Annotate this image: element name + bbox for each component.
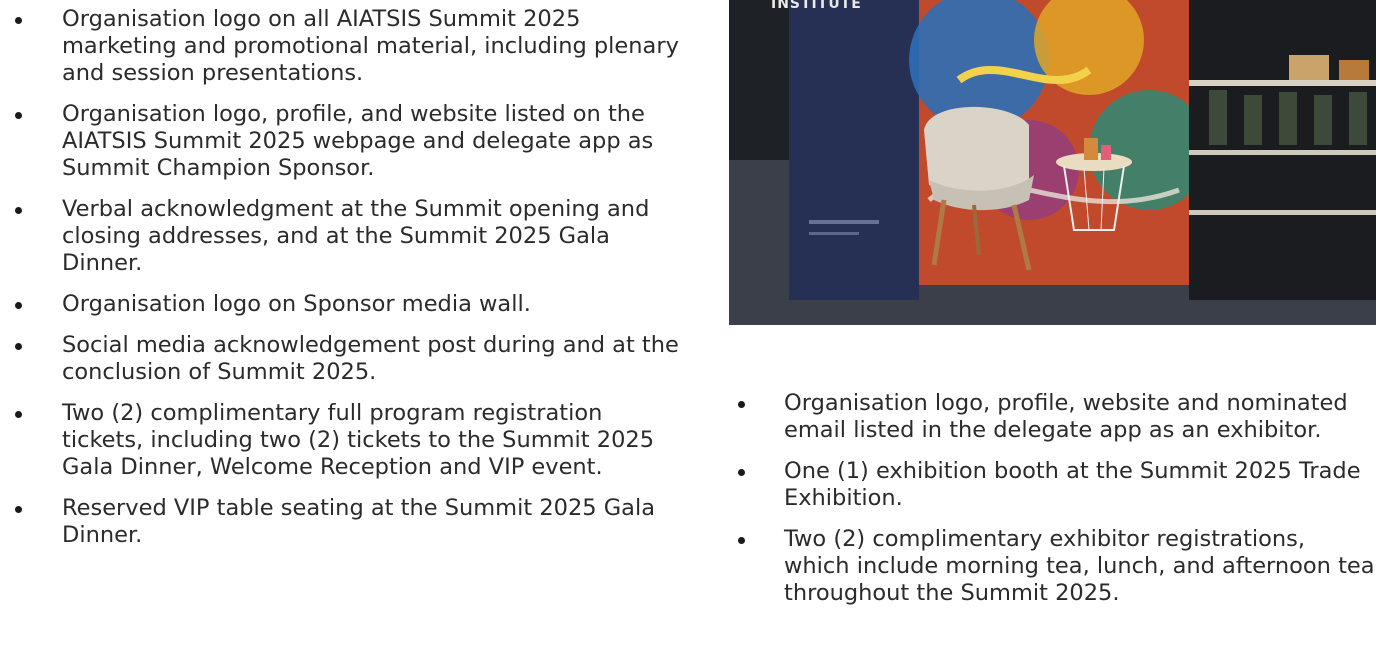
list-item-text: Social media acknowledgement post during… xyxy=(62,332,679,385)
list-item-text: Organisation logo, profile, website and … xyxy=(784,390,1348,443)
list-item-text: Organisation logo on all AIATSIS Summit … xyxy=(62,6,679,86)
bullet-icon xyxy=(15,506,22,513)
list-item: Social media acknowledgement post during… xyxy=(0,332,680,386)
list-item: Two (2) complimentary exhibitor registra… xyxy=(727,526,1376,607)
list-item-text: Two (2) complimentary exhibitor registra… xyxy=(784,526,1375,606)
bullet-icon xyxy=(738,401,745,408)
exhibitor-benefits-list: Organisation logo, profile, website and … xyxy=(727,390,1376,621)
exhibition-booth-photo: INSTITUTE xyxy=(729,0,1376,325)
bullet-icon xyxy=(15,343,22,350)
list-item-text: One (1) exhibition booth at the Summit 2… xyxy=(784,458,1361,511)
bullet-icon xyxy=(15,207,22,214)
bullet-icon xyxy=(738,537,745,544)
banner-text: INSTITUTE xyxy=(771,0,862,12)
list-item-text: Reserved VIP table seating at the Summit… xyxy=(62,495,655,548)
booth-illustration xyxy=(729,0,1376,325)
list-item-text: Two (2) complimentary full program regis… xyxy=(62,400,655,480)
bullet-icon xyxy=(15,411,22,418)
list-item-text: Verbal acknowledgment at the Summit open… xyxy=(62,196,650,276)
bullet-icon xyxy=(15,302,22,309)
list-item: Two (2) complimentary full program regis… xyxy=(0,400,680,481)
list-item: Verbal acknowledgment at the Summit open… xyxy=(0,196,680,277)
list-item: Organisation logo, profile, website and … xyxy=(727,390,1376,444)
sponsor-benefits-list: Organisation logo on all AIATSIS Summit … xyxy=(0,0,680,563)
bullet-icon xyxy=(15,17,22,24)
list-item-text: Organisation logo on Sponsor media wall. xyxy=(62,291,531,317)
bullet-icon xyxy=(15,112,22,119)
list-item: Organisation logo on Sponsor media wall. xyxy=(0,291,680,318)
list-item: Reserved VIP table seating at the Summit… xyxy=(0,495,680,549)
bullet-icon xyxy=(738,469,745,476)
list-item-text: Organisation logo, profile, and website … xyxy=(62,101,654,181)
list-item: Organisation logo on all AIATSIS Summit … xyxy=(0,6,680,87)
list-item: One (1) exhibition booth at the Summit 2… xyxy=(727,458,1376,512)
list-item: Organisation logo, profile, and website … xyxy=(0,101,680,182)
